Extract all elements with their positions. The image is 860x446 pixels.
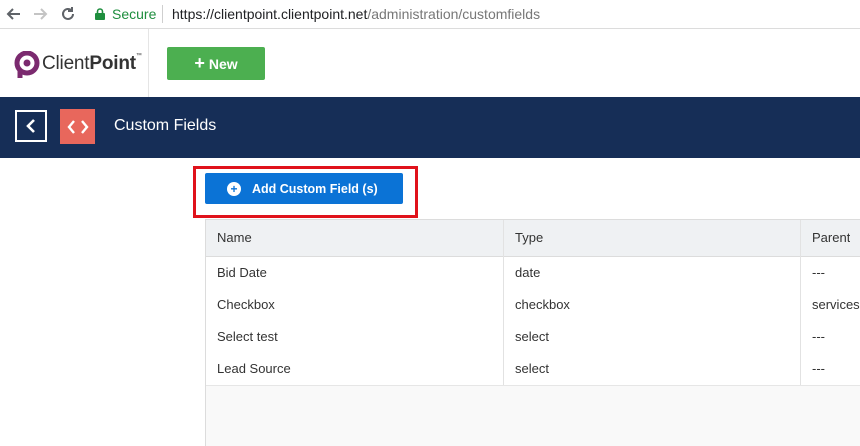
forward-arrow-icon[interactable]: [30, 4, 50, 24]
cell-name: Bid Date: [217, 265, 267, 280]
cell-type: select: [515, 329, 549, 344]
back-button[interactable]: [15, 110, 47, 142]
cell-parent: ---: [812, 265, 825, 280]
header-name[interactable]: Name: [217, 230, 252, 245]
new-button[interactable]: + New: [167, 47, 265, 80]
code-icon: [60, 109, 95, 144]
clientpoint-logo-icon: [14, 50, 40, 84]
lock-icon: [95, 7, 105, 20]
url-path: /administration/customfields: [367, 6, 541, 22]
header-parent[interactable]: Parent: [812, 230, 850, 245]
add-custom-field-label: Add Custom Field (s): [252, 181, 378, 196]
logo[interactable]: ClientPoint™: [0, 29, 149, 97]
page-title: Custom Fields: [114, 117, 217, 134]
cell-type: checkbox: [515, 297, 570, 312]
cell-type: date: [515, 265, 541, 280]
title-bar: Custom Fields: [0, 97, 860, 158]
table-row[interactable]: Lead Source select ---: [206, 353, 860, 386]
reload-icon[interactable]: [58, 4, 78, 24]
header-type[interactable]: Type: [515, 230, 543, 245]
cell-parent: ---: [812, 329, 825, 344]
cell-parent: services: [812, 297, 860, 312]
logo-text-light: Client: [42, 53, 90, 74]
url-host: https://clientpoint.clientpoint.net: [172, 6, 368, 22]
plus-circle-icon: +: [227, 181, 241, 196]
cell-name: Checkbox: [217, 297, 275, 312]
table-row[interactable]: Checkbox checkbox services: [206, 289, 860, 322]
cell-name: Lead Source: [217, 361, 291, 376]
url-divider: [162, 5, 163, 23]
cell-parent: ---: [812, 361, 825, 376]
table-row[interactable]: Select test select ---: [206, 321, 860, 354]
cell-type: select: [515, 361, 549, 376]
browser-address-bar: Secure https://clientpoint.clientpoint.n…: [0, 0, 860, 29]
cell-name: Select test: [217, 329, 278, 344]
app-header: ClientPoint™ + New: [0, 29, 860, 97]
logo-text: ClientPoint™: [42, 53, 142, 75]
custom-fields-table: Name Type Parent Bid Date date --- Check…: [205, 219, 860, 446]
column-divider: [800, 220, 801, 385]
add-custom-field-button[interactable]: + Add Custom Field (s): [205, 173, 403, 204]
column-divider: [503, 220, 504, 385]
url-field[interactable]: https://clientpoint.clientpoint.net/admi…: [172, 6, 540, 22]
table-header: Name Type Parent: [206, 220, 860, 257]
table-row[interactable]: Bid Date date ---: [206, 257, 860, 290]
plus-icon: +: [194, 53, 205, 73]
logo-text-bold: Point: [89, 53, 136, 74]
chevron-left-icon: [26, 119, 35, 133]
back-arrow-icon[interactable]: [4, 4, 24, 24]
logo-tm: ™: [135, 53, 142, 59]
new-button-label: New: [208, 55, 238, 72]
secure-label: Secure: [112, 6, 157, 22]
